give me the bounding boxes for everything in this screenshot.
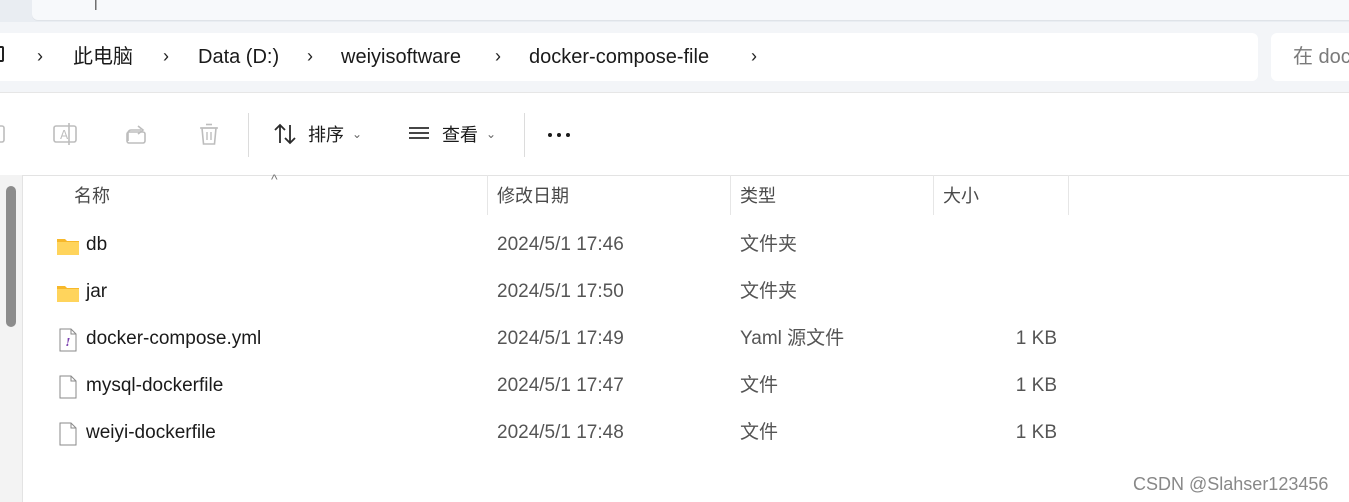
chevron-right-icon[interactable]: ›	[746, 46, 762, 66]
file-type: 文件	[740, 422, 779, 443]
chevron-right-icon[interactable]: ›	[490, 46, 506, 66]
delete-icon[interactable]	[195, 120, 223, 148]
file-name: mysql-dockerfile	[86, 375, 224, 396]
breadcrumb[interactable]: › 此电脑 › Data (D:) › weiyisoftware › dock…	[0, 33, 1258, 81]
file-name: weiyi-dockerfile	[86, 422, 216, 443]
yaml-file-icon: !	[59, 328, 77, 352]
file-row[interactable]: ! docker-compose.yml 2024/5/1 17:49 Yaml…	[22, 316, 1349, 363]
column-divider[interactable]	[730, 175, 731, 215]
file-type: 文件夹	[740, 281, 798, 302]
sort-arrows-icon	[274, 123, 296, 145]
file-name: docker-compose.yml	[86, 328, 262, 349]
breadcrumb-weiyisoftware[interactable]: weiyisoftware	[341, 45, 461, 69]
file-row[interactable]: db 2024/5/1 17:46 文件夹	[22, 222, 1349, 269]
file-modified: 2024/5/1 17:50	[497, 281, 624, 302]
column-header-name[interactable]: 名称	[74, 184, 110, 208]
folder-icon	[57, 239, 79, 255]
column-divider[interactable]	[487, 175, 488, 215]
file-modified: 2024/5/1 17:46	[497, 234, 624, 255]
column-divider[interactable]	[933, 175, 934, 215]
file-name: db	[86, 234, 108, 255]
more-icon	[548, 133, 552, 137]
folder-icon	[57, 286, 79, 302]
sort-label: 排序	[308, 125, 344, 145]
chevron-right-icon[interactable]: ›	[158, 46, 174, 66]
file-type: 文件	[740, 375, 779, 396]
column-header-size[interactable]: 大小	[943, 184, 979, 208]
sort-ascending-icon: ^	[271, 171, 278, 187]
view-button[interactable]: 查看 ⌄	[406, 115, 496, 153]
file-type: 文件夹	[740, 234, 798, 255]
breadcrumb-drive-d[interactable]: Data (D:)	[198, 45, 279, 69]
toolbar-separator	[524, 113, 525, 157]
copy-icon[interactable]	[0, 120, 14, 148]
toolbar-separator	[248, 113, 249, 157]
chevron-right-icon[interactable]: ›	[302, 46, 318, 66]
file-row[interactable]: mysql-dockerfile 2024/5/1 17:47 文件 1 KB	[22, 363, 1349, 410]
file-modified: 2024/5/1 17:47	[497, 375, 624, 396]
rename-icon[interactable]: A	[51, 120, 79, 148]
file-name: jar	[86, 281, 108, 302]
file-row[interactable]: weiyi-dockerfile 2024/5/1 17:48 文件 1 KB	[22, 410, 1349, 457]
share-icon[interactable]	[123, 120, 151, 148]
file-size: 1 KB	[1015, 328, 1057, 349]
view-lines-icon	[409, 127, 429, 139]
search-input[interactable]: 在 doc	[1271, 33, 1349, 81]
file-row[interactable]: jar 2024/5/1 17:50 文件夹	[22, 269, 1349, 316]
sort-button[interactable]: 排序 ⌄	[272, 115, 362, 153]
column-header-type[interactable]: 类型	[740, 184, 776, 208]
file-icon	[59, 375, 77, 399]
this-pc-icon[interactable]	[0, 46, 4, 62]
svg-text:!: !	[66, 336, 71, 349]
navigation-scrollbar[interactable]	[6, 186, 16, 327]
file-icon	[59, 422, 77, 446]
chevron-right-icon[interactable]: ›	[32, 46, 48, 66]
chevron-down-icon: ⌄	[486, 127, 497, 141]
watermark: CSDN @Slahser123456	[1133, 474, 1329, 494]
address-bar-row: › 此电脑 › Data (D:) › weiyisoftware › dock…	[0, 22, 1349, 92]
file-size: 1 KB	[1015, 422, 1057, 443]
svg-text:A: A	[60, 128, 69, 142]
chevron-down-icon: ⌄	[352, 127, 363, 141]
file-modified: 2024/5/1 17:48	[497, 422, 624, 443]
column-headers: ^ 名称 修改日期 类型 大小	[22, 171, 1349, 217]
file-modified: 2024/5/1 17:49	[497, 328, 624, 349]
breadcrumb-this-pc[interactable]: 此电脑	[73, 45, 133, 69]
file-size: 1 KB	[1015, 375, 1057, 396]
command-bar: A 排序 ⌄ 查看 ⌄	[0, 92, 1349, 176]
tab-divider-icon: |	[94, 0, 98, 10]
more-options-button[interactable]	[548, 125, 576, 145]
breadcrumb-docker-compose-file[interactable]: docker-compose-file	[529, 45, 709, 69]
search-placeholder: 在 doc	[1293, 46, 1349, 68]
tab-strip: |	[0, 0, 1349, 22]
column-divider[interactable]	[1068, 175, 1069, 215]
view-label: 查看	[442, 125, 478, 145]
active-tab[interactable]: |	[32, 0, 1349, 20]
column-header-modified[interactable]: 修改日期	[497, 184, 569, 208]
file-type: Yaml 源文件	[740, 328, 845, 349]
